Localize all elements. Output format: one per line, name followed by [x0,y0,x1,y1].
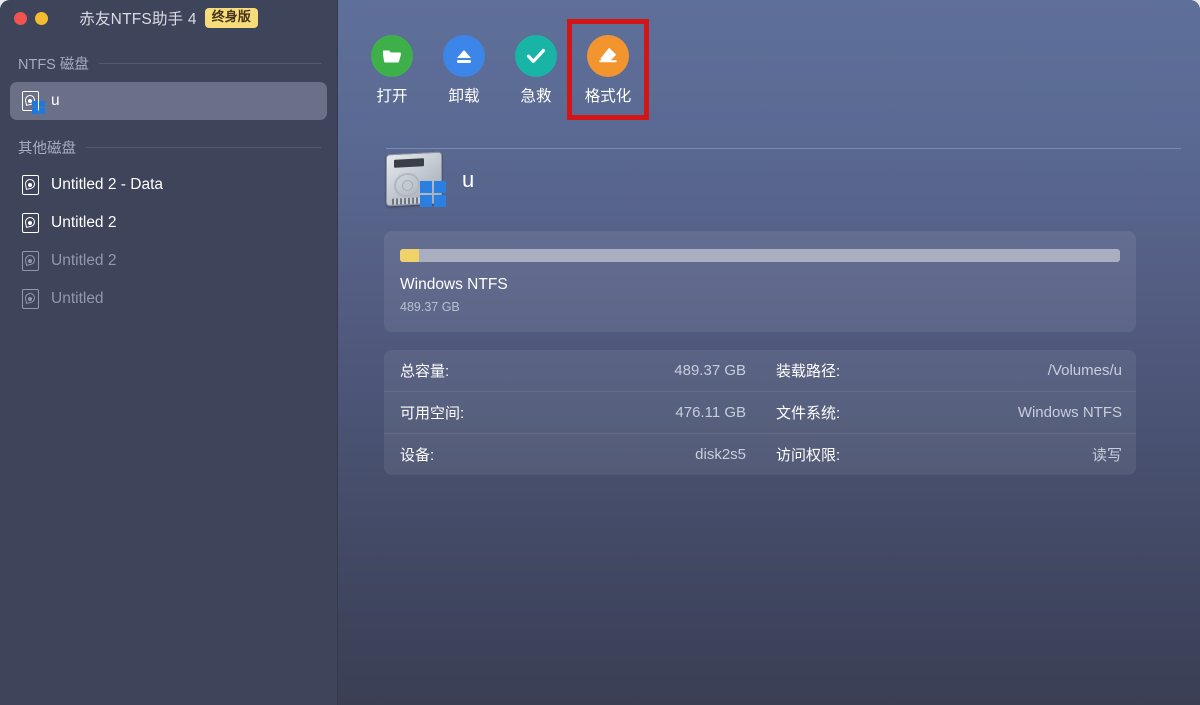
open-button[interactable]: 打开 [356,24,428,115]
info-key: 装载路径: [776,363,841,380]
other-disk-list: Untitled 2 - Data Untitled 2 Untitled 2 … [0,160,337,318]
sidebar-item-u[interactable]: u [10,82,327,120]
toolbar-label: 卸载 [448,88,480,105]
capacity-filesystem: Windows NTFS [400,276,508,293]
info-key: 总容量: [400,363,450,380]
sidebar-item-label: Untitled 2 - Data [51,176,163,193]
sidebar-item-label: u [51,92,60,109]
ntfs-disk-list: u [0,76,337,120]
section-divider [86,146,321,148]
info-key: 设备: [400,447,435,464]
sidebar-item-untitled-2-a[interactable]: Untitled 2 [10,204,327,242]
capacity-total: 489.37 GB [400,300,460,314]
sidebar-item-untitled[interactable]: Untitled [10,280,327,318]
first-aid-button[interactable]: 急救 [500,24,572,115]
info-cell-mount-path: 装载路径: /Volumes/u [760,350,1136,391]
format-button[interactable]: 格式化 [567,19,649,120]
traffic-lights [14,11,48,25]
sidebar-item-untitled-2-b[interactable]: Untitled 2 [10,242,327,280]
info-cell-free-space: 可用空间: 476.11 GB [384,392,760,433]
disk-windows-icon [20,90,45,114]
license-badge: 终身版 [204,8,258,28]
info-value: /Volumes/u [1047,362,1122,379]
info-key: 文件系统: [776,405,841,422]
section-header-ntfs: NTFS 磁盘 [0,50,337,76]
section-label: 其他磁盘 [18,140,76,157]
title-bar: 赤友NTFS助手 4 终身版 [0,0,337,36]
toolbar-label: 打开 [376,88,408,105]
windows-logo-icon [420,181,446,207]
app-title: 赤友NTFS助手 4 [79,11,197,28]
info-cell-total-capacity: 总容量: 489.37 GB [384,350,760,391]
sidebar-item-untitled-2-data[interactable]: Untitled 2 - Data [10,166,327,204]
unmount-button[interactable]: 卸载 [428,24,500,115]
minimize-window-button[interactable] [35,11,48,25]
sidebar-item-label: Untitled 2 [51,214,117,231]
capacity-bar [400,249,1120,262]
info-value: disk2s5 [695,446,746,463]
sidebar-item-label: Untitled [51,290,104,307]
hard-drive-windows-icon [384,151,446,209]
volume-header: u [338,115,1200,209]
main-panel: 打开 卸载 急救 格式化 u Windows NTFS 489.37 GB 总容… [338,0,1200,705]
eject-icon [443,35,485,77]
info-cell-permissions: 访问权限: 读写 [760,434,1136,475]
volume-name: u [462,167,475,192]
volume-info-table: 总容量: 489.37 GB 装载路径: /Volumes/u 可用空间: 47… [384,350,1136,475]
toolbar-divider [386,148,1181,149]
table-row: 设备: disk2s5 访问权限: 读写 [384,433,1136,475]
folder-open-icon [371,35,413,77]
table-row: 总容量: 489.37 GB 装载路径: /Volumes/u [384,350,1136,391]
info-value: Windows NTFS [1017,404,1122,421]
close-window-button[interactable] [14,11,27,25]
disk-icon [20,288,42,310]
section-header-other: 其他磁盘 [0,134,337,160]
window-title-group: 赤友NTFS助手 4 终身版 [0,0,337,36]
eraser-icon [587,35,629,77]
toolbar-label: 格式化 [584,88,632,105]
info-value: 读写 [1091,447,1122,464]
disk-icon [20,212,42,234]
section-label: NTFS 磁盘 [18,56,89,73]
section-divider [98,62,321,64]
info-value: 489.37 GB [674,362,746,379]
sidebar: 赤友NTFS助手 4 终身版 NTFS 磁盘 u 其他磁盘 Untitled 2… [0,0,338,705]
sidebar-item-label: Untitled 2 [51,252,117,269]
disk-icon [20,174,42,196]
toolbar: 打开 卸载 急救 格式化 [338,0,1200,120]
info-key: 可用空间: [400,405,465,422]
info-value: 476.11 GB [675,404,746,421]
info-cell-filesystem: 文件系统: Windows NTFS [760,392,1136,433]
toolbar-label: 急救 [520,88,552,105]
table-row: 可用空间: 476.11 GB 文件系统: Windows NTFS [384,391,1136,433]
windows-logo-icon [32,101,45,114]
check-icon [515,35,557,77]
app-window: 赤友NTFS助手 4 终身版 NTFS 磁盘 u 其他磁盘 Untitled 2… [0,0,1200,705]
capacity-bar-used [400,249,420,262]
capacity-card: Windows NTFS 489.37 GB [384,231,1136,332]
info-cell-device: 设备: disk2s5 [384,434,760,475]
disk-icon [20,250,42,272]
info-key: 访问权限: [776,447,841,464]
